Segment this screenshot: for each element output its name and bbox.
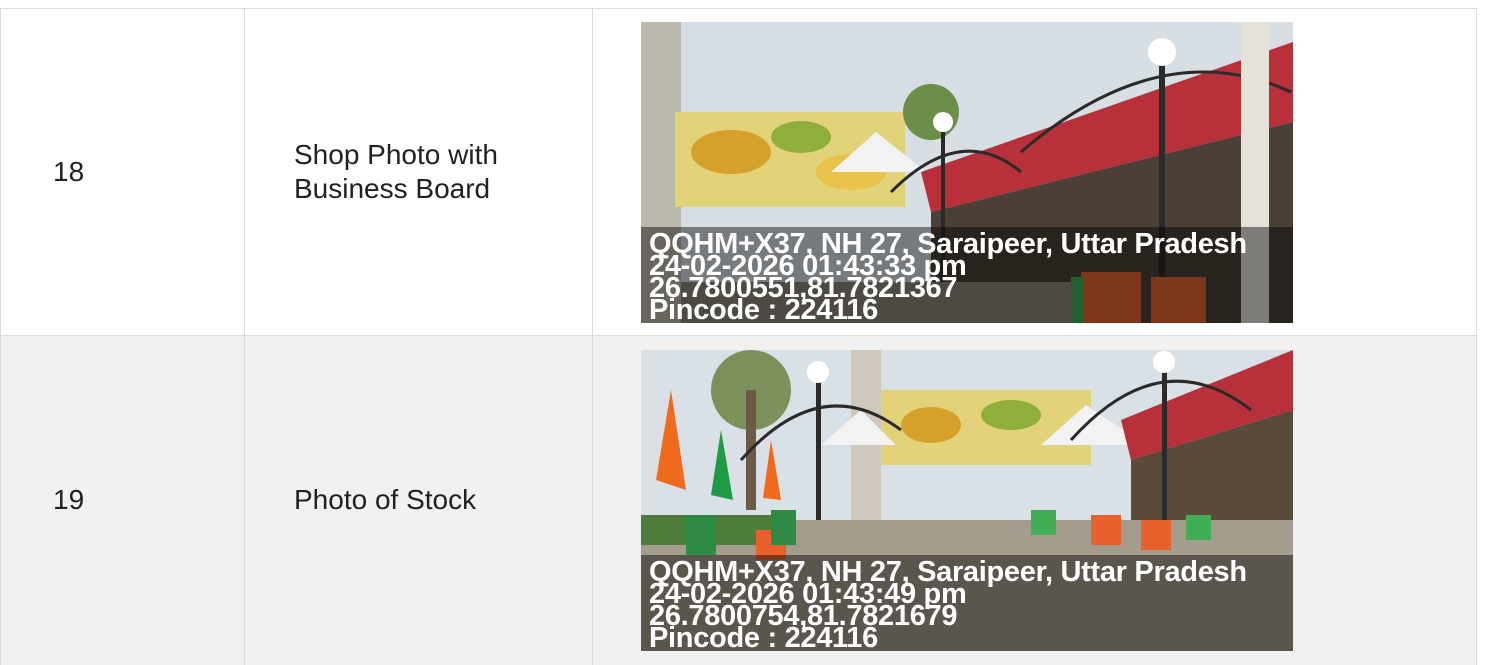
row-label: Photo of Stock <box>244 335 593 665</box>
row-number: 18 <box>0 8 245 336</box>
row-label-line: Shop Photo with <box>294 139 498 170</box>
stamp-pincode: Pincode : 224116 <box>649 293 878 323</box>
data-table: 18 Shop Photo with Business Board QQHM+X… <box>0 8 1477 665</box>
row-label-line: Business Board <box>294 173 491 204</box>
geotag-stamp: QQHM+X37, NH 27, Saraipeer, Uttar Prades… <box>641 226 1293 323</box>
row-number: 19 <box>0 335 245 665</box>
geotag-stamp: QQHM+X37, NH 27, Saraipeer, Uttar Prades… <box>641 554 1293 651</box>
photo-cell: QQHM+X37, NH 27, Saraipeer, Uttar Prades… <box>592 335 1477 665</box>
shop-photo[interactable]: QQHM+X37, NH 27, Saraipeer, Uttar Prades… <box>641 21 1293 323</box>
row-label: Shop Photo with Business Board <box>244 8 593 336</box>
table-row: 19 Photo of Stock QQHM+X37, NH 27, Sarai… <box>0 335 1477 665</box>
table-row: 18 Shop Photo with Business Board QQHM+X… <box>0 8 1477 336</box>
row-label-line: Photo of Stock <box>294 484 477 516</box>
stamp-pincode: Pincode : 224116 <box>649 621 878 651</box>
stock-photo[interactable]: QQHM+X37, NH 27, Saraipeer, Uttar Prades… <box>641 349 1293 651</box>
photo-cell: QQHM+X37, NH 27, Saraipeer, Uttar Prades… <box>592 8 1477 336</box>
